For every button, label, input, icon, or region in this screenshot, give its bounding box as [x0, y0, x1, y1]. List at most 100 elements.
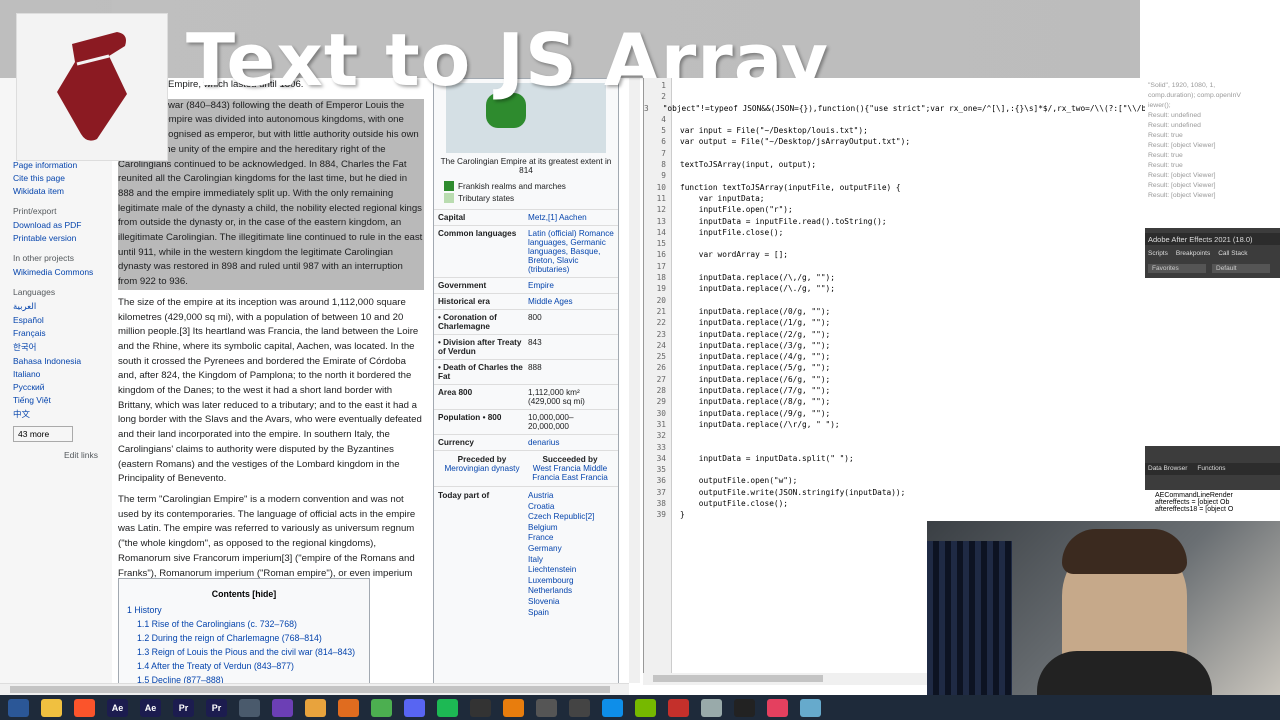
edit-links[interactable]: Edit links: [13, 450, 112, 460]
toc-item[interactable]: 1.2 During the reign of Charlemagne (768…: [127, 633, 361, 643]
taskbar-app-icon[interactable]: [602, 698, 623, 717]
tree-item[interactable]: aftereffects = [object Ob: [1155, 499, 1270, 506]
sidebar-tool-link[interactable]: Cite this page: [13, 173, 112, 183]
preceded-value[interactable]: Merovingian dynasty: [438, 464, 526, 473]
code-line: 37 outputFile.write(JSON.stringify(input…: [644, 487, 1144, 498]
line-number: 37: [656, 487, 666, 497]
country-link[interactable]: France: [528, 533, 614, 544]
taskbar-app-icon[interactable]: [74, 698, 95, 717]
taskbar-app-icon[interactable]: Pr: [173, 698, 194, 717]
scripts-list[interactable]: [1145, 278, 1280, 446]
toc-item[interactable]: 1.4 After the Treaty of Verdun (843–877): [127, 661, 361, 671]
country-link[interactable]: Liechtenstein: [528, 565, 614, 576]
code-line: 24 inputData.replace(/3/g, "");: [644, 340, 1144, 351]
taskbar-app-icon[interactable]: Pr: [206, 698, 227, 717]
ae-tab[interactable]: Call Stack: [1218, 250, 1247, 257]
country-link[interactable]: Italy: [528, 555, 614, 566]
sidebar-language-link[interactable]: 中文: [13, 408, 112, 420]
taskbar-app-icon[interactable]: [767, 698, 788, 717]
line-number: 27: [656, 374, 666, 384]
line-number: 3: [644, 103, 649, 113]
country-link[interactable]: Czech Republic[2]: [528, 512, 614, 523]
taskbar-app-icon[interactable]: [338, 698, 359, 717]
taskbar-app-icon[interactable]: [371, 698, 392, 717]
infobox-row: Area 800 1,112,000 km² (429,000 sq mi): [434, 384, 618, 409]
wiki-horizontal-scrollbar[interactable]: [0, 683, 629, 695]
taskbar-app-icon[interactable]: Ae: [107, 698, 128, 717]
sidebar-print-link[interactable]: Printable version: [13, 233, 112, 243]
code-area[interactable]: 1 2 3 "object"!=typeof JSON&&(JSON={}),func…: [644, 80, 1179, 521]
taskbar-app-icon[interactable]: [800, 698, 821, 717]
taskbar-app-icon[interactable]: [635, 698, 656, 717]
tree-item[interactable]: aftereffects18 = [object O: [1155, 506, 1270, 513]
country-link[interactable]: Netherlands: [528, 586, 614, 597]
toc-item[interactable]: 1.1 Rise of the Carolingians (c. 732–768…: [127, 619, 361, 629]
country-link[interactable]: Slovenia: [528, 597, 614, 608]
line-number: 9: [661, 171, 666, 181]
line-text: outputFile.open("w");: [680, 476, 798, 486]
sidebar-tool-link[interactable]: Wikidata item: [13, 186, 112, 196]
line-text: [670, 464, 680, 475]
taskbar-app-icon[interactable]: [503, 698, 524, 717]
map-caption: The Carolingian Empire at its greatest e…: [440, 157, 612, 175]
ae-target-header[interactable]: Adobe After Effects 2021 (18.0): [1145, 233, 1280, 245]
taskbar-app-icon[interactable]: [8, 698, 29, 717]
sidebar-language-link[interactable]: 한국어: [13, 341, 112, 353]
sidebar-language-link[interactable]: Español: [13, 315, 112, 325]
infobox-key: Capital: [438, 213, 466, 222]
code-line: 2: [644, 91, 1144, 102]
line-number: 14: [656, 227, 666, 237]
ae-tab[interactable]: Scripts: [1148, 250, 1168, 257]
wiki-vertical-scrollbar[interactable]: [629, 78, 640, 683]
succeeded-value[interactable]: West Francia Middle Francia East Francia: [526, 464, 614, 482]
taskbar-app-icon[interactable]: [470, 698, 491, 717]
taskbar-app-icon[interactable]: [536, 698, 557, 717]
sidebar-language-link[interactable]: Italiano: [13, 369, 112, 379]
sidebar-language-link[interactable]: Français: [13, 328, 112, 338]
infobox-key: Currency: [438, 438, 474, 447]
sidebar-language-link[interactable]: Русский: [13, 382, 112, 392]
taskbar-app-icon[interactable]: [734, 698, 755, 717]
taskbar-app-icon[interactable]: [701, 698, 722, 717]
line-text: inputData.replace(/\r/g, " ");: [680, 419, 840, 429]
country-link[interactable]: Spain: [528, 608, 614, 619]
toc-title[interactable]: Contents [hide]: [127, 589, 361, 599]
ae-tab[interactable]: Breakpoints: [1176, 250, 1210, 257]
sidebar-project-link[interactable]: Wikimedia Commons: [13, 267, 112, 277]
taskbar-app-icon[interactable]: [404, 698, 425, 717]
legend-swatch-tributary: [444, 193, 454, 203]
toc-item[interactable]: 1.3 Reign of Louis the Pious and the civ…: [127, 647, 361, 657]
country-link[interactable]: Belgium: [528, 523, 614, 534]
country-link[interactable]: Luxembourg: [528, 576, 614, 587]
taskbar-app-icon[interactable]: [272, 698, 293, 717]
country-link[interactable]: Austria: [528, 491, 614, 502]
infobox-row: Historical era Middle Ages: [434, 293, 618, 309]
country-link[interactable]: Croatia: [528, 502, 614, 513]
sidebar-print-link[interactable]: Download as PDF: [13, 220, 112, 230]
tree-item[interactable]: AECommandLineRender: [1155, 492, 1270, 499]
sidebar-language-link[interactable]: العربية: [13, 301, 112, 312]
infobox-value: denarius: [528, 438, 560, 447]
taskbar-app-icon[interactable]: Ae: [140, 698, 161, 717]
sidebar-language-link[interactable]: Tiếng Việt: [13, 395, 112, 405]
console-line: Result: undefined: [1148, 112, 1201, 119]
toc-item[interactable]: 1 History: [127, 605, 361, 615]
sidebar-languages-heading: Languages: [13, 287, 56, 297]
data-browser-tab[interactable]: Data Browser: [1148, 465, 1187, 472]
taskbar-app-icon[interactable]: [437, 698, 458, 717]
taskbar-app-icon[interactable]: [239, 698, 260, 717]
data-browser-tab[interactable]: Functions: [1197, 465, 1225, 472]
more-languages-button[interactable]: 43 more: [13, 426, 73, 442]
ae-filter-select[interactable]: Default: [1212, 264, 1270, 273]
ae-filter-select[interactable]: Favorites: [1148, 264, 1206, 273]
country-link[interactable]: Germany: [528, 544, 614, 555]
code-line: 11 var inputData;: [644, 193, 1144, 204]
taskbar-app-icon[interactable]: [668, 698, 689, 717]
taskbar-app-icon[interactable]: [41, 698, 62, 717]
infobox-row: • Death of Charles the Fat 888: [434, 359, 618, 384]
code-line: 12 inputFile.open("r");: [644, 204, 1144, 215]
code-line: 34 inputData = inputData.split(" ");: [644, 453, 1144, 464]
sidebar-language-link[interactable]: Bahasa Indonesia: [13, 356, 112, 366]
taskbar-app-icon[interactable]: [569, 698, 590, 717]
taskbar-app-icon[interactable]: [305, 698, 326, 717]
